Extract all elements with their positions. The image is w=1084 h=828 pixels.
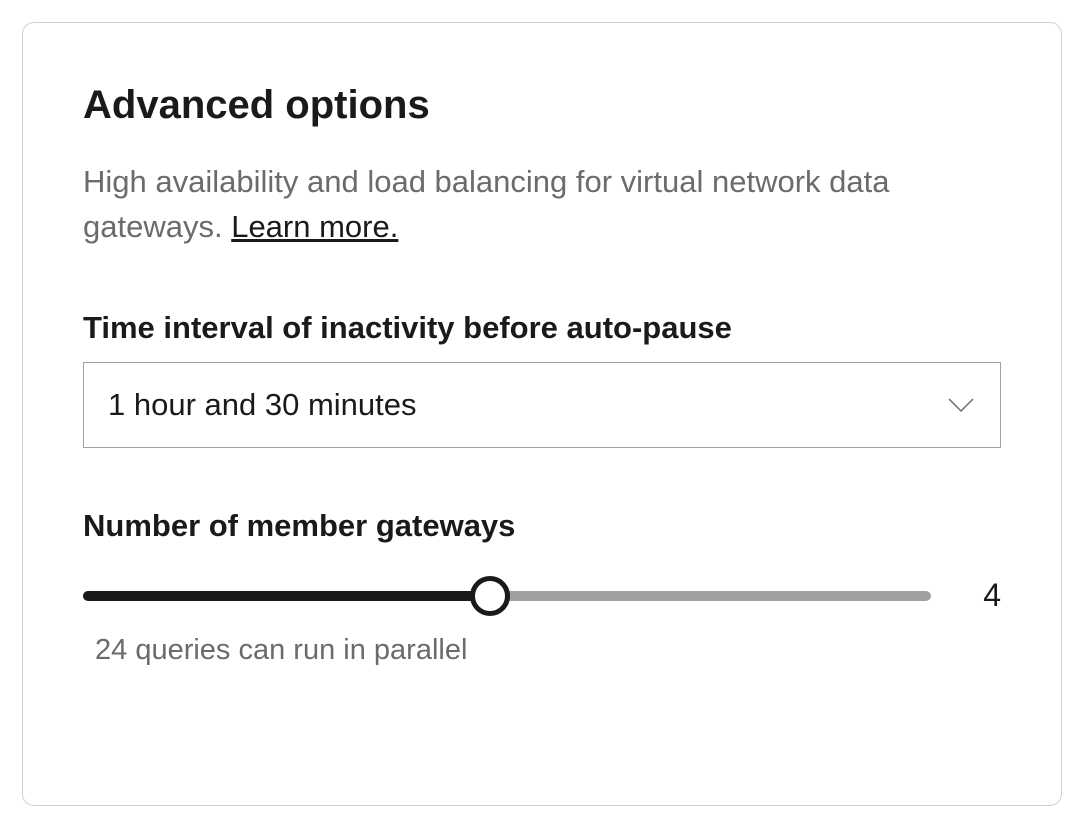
- section-description: High availability and load balancing for…: [83, 160, 1001, 250]
- time-interval-select[interactable]: 1 hour and 30 minutes: [83, 362, 1001, 448]
- slider-thumb[interactable]: [470, 576, 510, 616]
- gateways-value: 4: [961, 577, 1001, 614]
- section-title: Advanced options: [83, 83, 1001, 128]
- gateways-slider[interactable]: [83, 576, 931, 616]
- time-interval-select-wrapper: 1 hour and 30 minutes: [83, 362, 1001, 448]
- advanced-options-panel: Advanced options High availability and l…: [22, 22, 1062, 806]
- time-interval-label: Time interval of inactivity before auto-…: [83, 310, 1001, 346]
- time-interval-value: 1 hour and 30 minutes: [108, 387, 946, 423]
- slider-fill: [83, 591, 490, 601]
- description-text: High availability and load balancing for…: [83, 164, 889, 244]
- chevron-down-icon: [946, 390, 976, 420]
- gateways-helper-text: 24 queries can run in parallel: [83, 634, 1001, 667]
- gateways-slider-row: 4: [83, 560, 1001, 616]
- learn-more-link[interactable]: Learn more.: [231, 209, 398, 244]
- gateways-label: Number of member gateways: [83, 508, 1001, 544]
